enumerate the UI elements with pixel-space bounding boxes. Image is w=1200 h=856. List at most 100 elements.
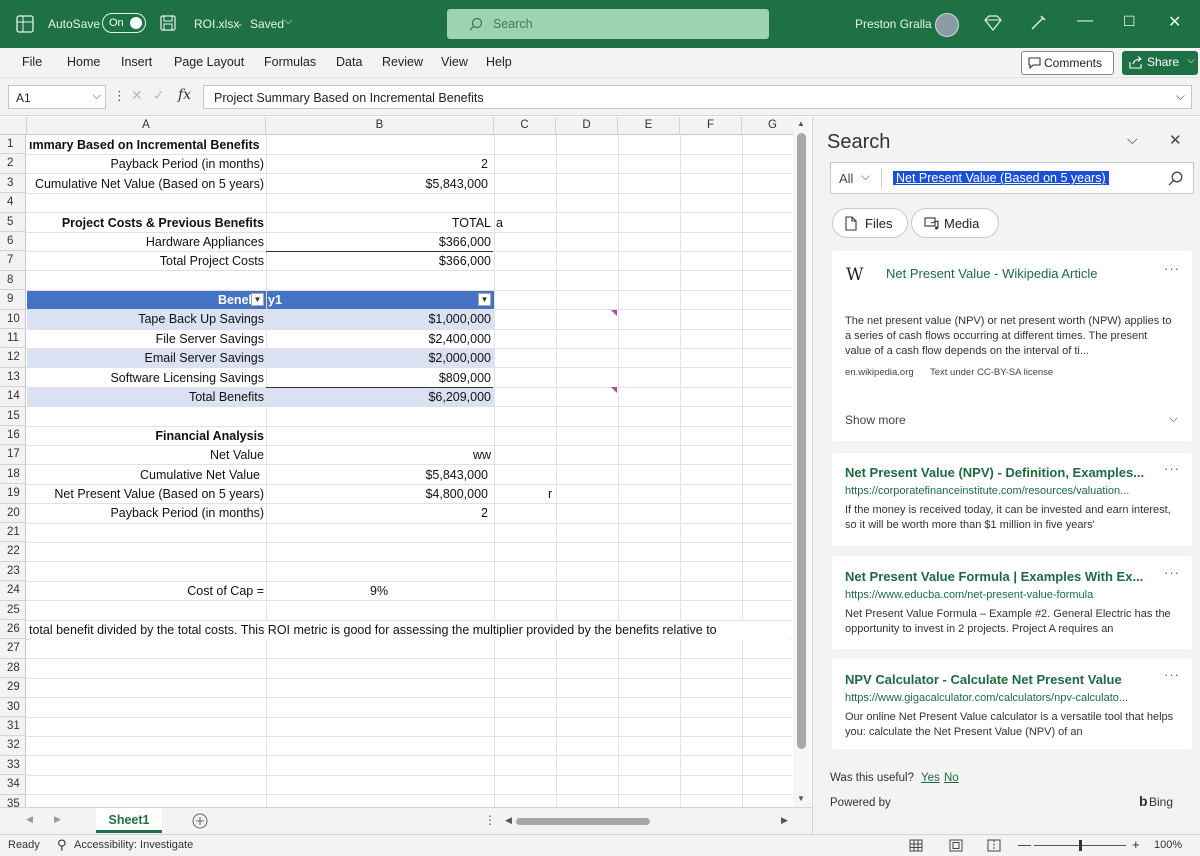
chevron-down-icon[interactable]: ⌵	[861, 169, 870, 184]
row-header[interactable]: 32	[0, 736, 26, 756]
row-header[interactable]: 3	[0, 173, 26, 194]
cell-b2[interactable]: 2	[266, 155, 488, 174]
bing-label[interactable]: Bing	[1149, 795, 1173, 809]
zoom-out-icon[interactable]: —	[1018, 837, 1031, 852]
spreadsheet-grid[interactable]: A B C D E F G 1 2 3 4 5 6 7 8 9 10 11 12 13 14 15 16 17 1…	[0, 117, 812, 807]
zoom-in-icon[interactable]: +	[1132, 837, 1140, 852]
row-header[interactable]: 24	[0, 581, 26, 601]
maximize-icon[interactable]: ☐	[1123, 13, 1136, 30]
page-layout-view-icon[interactable]	[949, 839, 963, 852]
formula-input[interactable]: Project Summary Based on Incremental Ben…	[203, 85, 1192, 109]
add-sheet-icon[interactable]	[192, 813, 208, 829]
cell-b17[interactable]: ww	[266, 446, 491, 465]
cell-b5[interactable]: TOTAL	[266, 214, 491, 233]
cell-b13[interactable]: $809,000	[266, 369, 491, 388]
column-header-f[interactable]: F	[680, 117, 742, 135]
row-header[interactable]: 20	[0, 503, 26, 523]
result-card[interactable]: W Net Present Value - Wikipedia Article …	[832, 251, 1192, 441]
row-header[interactable]: 29	[0, 678, 26, 698]
saved-status[interactable]: Saved	[250, 17, 284, 31]
diamond-icon[interactable]	[984, 15, 1002, 31]
tab-scroll-left-icon[interactable]: ◀	[26, 814, 33, 825]
scroll-down-icon[interactable]: ▼	[797, 794, 805, 803]
cell-b6[interactable]: $366,000	[266, 233, 491, 252]
result-title[interactable]: Net Present Value (NPV) - Definition, Ex…	[845, 465, 1144, 480]
cell-a13[interactable]: Software Licensing Savings	[27, 369, 264, 388]
row-header[interactable]: 10	[0, 309, 26, 329]
cell-a14[interactable]: Total Benefits	[27, 388, 264, 407]
search-icon[interactable]	[1168, 171, 1183, 186]
more-options-icon[interactable]: ···	[1164, 565, 1180, 580]
row-header[interactable]: 25	[0, 600, 26, 620]
result-url[interactable]: https://www.gigacalculator.com/calculato…	[845, 692, 1128, 704]
title-search-box[interactable]: Search	[447, 9, 769, 39]
cell-b18[interactable]: $5,843,000	[266, 466, 488, 485]
menu-help[interactable]: Help	[486, 55, 512, 69]
menu-review[interactable]: Review	[382, 55, 423, 69]
close-icon[interactable]: ✕	[1169, 131, 1182, 149]
row-header[interactable]: 21	[0, 523, 26, 543]
user-name[interactable]: Preston Gralla	[855, 17, 932, 31]
cell-a2[interactable]: Payback Period (in months)	[27, 155, 264, 174]
show-more-link[interactable]: Show more	[845, 413, 906, 427]
cell-a5[interactable]: Project Costs & Previous Benefits	[27, 214, 264, 233]
cell-a9[interactable]: Benel	[27, 291, 252, 310]
cell-a7[interactable]: Total Project Costs	[27, 252, 264, 271]
filter-dropdown-button[interactable]: ▼	[251, 293, 264, 306]
more-options-icon[interactable]: ···	[1164, 667, 1180, 682]
scroll-up-icon[interactable]: ▲	[797, 119, 805, 128]
chevron-down-icon[interactable]: ⌵	[284, 15, 292, 28]
row-header[interactable]: 11	[0, 329, 26, 349]
result-source[interactable]: en.wikipedia.org	[845, 367, 914, 378]
cell-b7[interactable]: $366,000	[266, 252, 491, 271]
cell-a1[interactable]: ımmary Based on Incremental Benefits	[29, 136, 265, 155]
comments-button[interactable]: Comments	[1021, 51, 1114, 75]
filter-media-chip[interactable]: Media	[911, 208, 999, 238]
cell-b20[interactable]: 2	[266, 504, 488, 523]
row-header[interactable]: 35	[0, 794, 26, 807]
row-header[interactable]: 12	[0, 348, 26, 368]
scroll-left-icon[interactable]: ◀	[505, 815, 512, 826]
result-title[interactable]: NPV Calculator - Calculate Net Present V…	[845, 672, 1122, 687]
filter-files-chip[interactable]: Files	[832, 208, 908, 238]
accessibility-status[interactable]: Accessibility: Investigate	[74, 839, 193, 851]
cell-c19[interactable]: r	[548, 485, 558, 504]
row-header[interactable]: 1	[0, 135, 26, 155]
menu-home[interactable]: Home	[67, 55, 100, 69]
cell-a20[interactable]: Payback Period (in months)	[27, 504, 264, 523]
cell-a19[interactable]: Net Present Value (Based on 5 years)	[27, 485, 264, 504]
autosave-toggle[interactable]: On	[102, 13, 146, 33]
cell-a11[interactable]: File Server Savings	[27, 330, 264, 349]
row-header[interactable]: 19	[0, 484, 26, 504]
column-header-d[interactable]: D	[556, 117, 618, 135]
comment-indicator[interactable]	[611, 310, 617, 316]
cell-a12[interactable]: Email Server Savings	[27, 349, 265, 368]
row-header[interactable]: 6	[0, 232, 26, 252]
column-header-e[interactable]: E	[618, 117, 680, 135]
cell-a18[interactable]: Cumulative Net Value	[27, 466, 260, 485]
filter-dropdown-button[interactable]: ▼	[478, 293, 491, 306]
row-header[interactable]: 7	[0, 251, 26, 271]
cell-a26[interactable]: total benefit divided by the total costs…	[29, 620, 791, 640]
chevron-down-icon[interactable]: ⌵	[1187, 55, 1195, 66]
row-header[interactable]: 26	[0, 620, 26, 640]
menu-file[interactable]: File	[22, 55, 42, 69]
row-header[interactable]: 28	[0, 658, 26, 679]
search-scope[interactable]: All	[839, 171, 853, 186]
row-header[interactable]: 23	[0, 561, 26, 582]
menu-data[interactable]: Data	[336, 55, 362, 69]
more-options-icon[interactable]: ···	[1164, 461, 1180, 476]
row-header[interactable]: 4	[0, 193, 26, 213]
row-header[interactable]: 8	[0, 270, 26, 291]
row-header[interactable]: 16	[0, 426, 26, 446]
pen-icon[interactable]	[1030, 15, 1046, 31]
fx-icon[interactable]: fx	[178, 87, 191, 103]
cell-a17[interactable]: Net Value	[27, 446, 264, 465]
cell-b12[interactable]: $2,000,000	[266, 349, 491, 368]
share-button[interactable]: Share ⌵	[1122, 51, 1198, 75]
row-header[interactable]: 33	[0, 755, 26, 776]
column-header-b[interactable]: B	[266, 117, 494, 135]
cell-b3[interactable]: $5,843,000	[266, 175, 488, 194]
cell-b24[interactable]: 9%	[370, 582, 410, 601]
feedback-yes-link[interactable]: Yes	[921, 772, 940, 784]
